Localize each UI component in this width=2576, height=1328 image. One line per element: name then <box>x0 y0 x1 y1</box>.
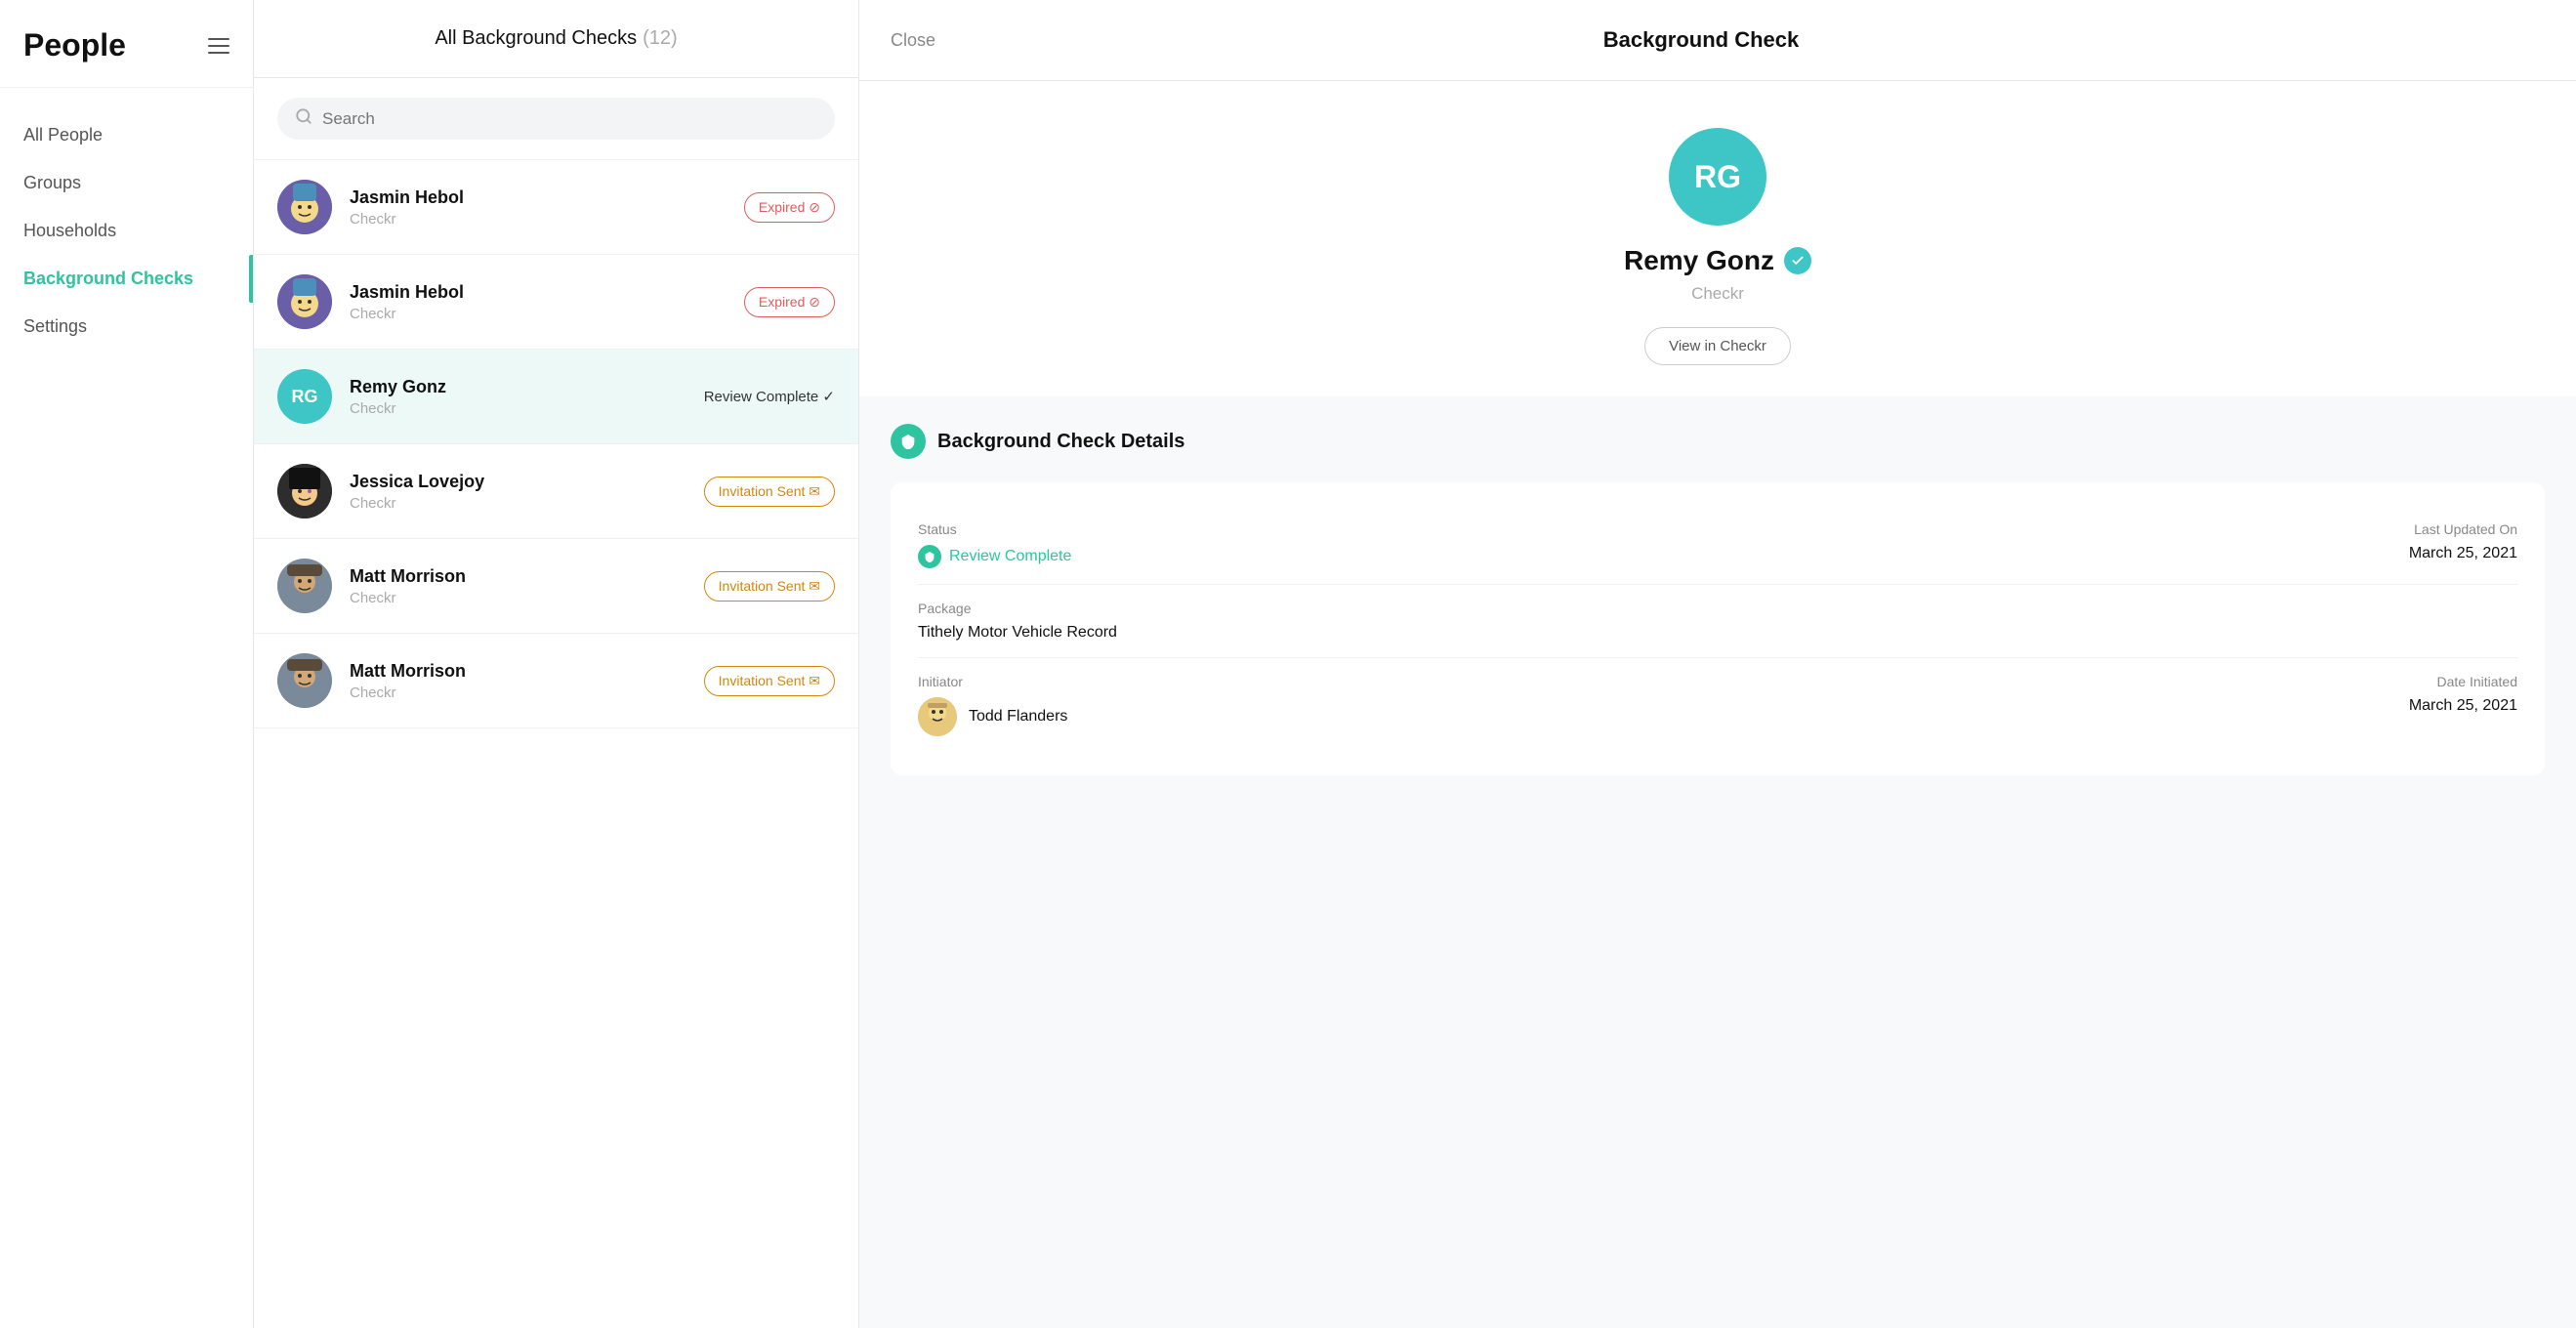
person-info: Jessica Lovejoy Checkr <box>350 472 686 512</box>
initiator-row: Todd Flanders <box>918 697 1718 736</box>
avatar <box>277 180 332 234</box>
status-value: Review Complete <box>949 548 1071 565</box>
package-value: Tithely Motor Vehicle Record <box>918 624 2517 642</box>
hamburger-menu[interactable] <box>208 38 229 54</box>
person-name: Matt Morrison <box>350 661 686 682</box>
date-initiated-value: March 25, 2021 <box>1718 697 2517 715</box>
sidebar-item-background-checks[interactable]: Background Checks <box>0 255 253 303</box>
status-badge: Invitation Sent ✉ <box>704 571 835 602</box>
details-title: Background Check Details <box>937 431 1184 453</box>
search-box <box>277 98 835 140</box>
profile-name: Remy Gonz <box>1624 245 1774 276</box>
verified-badge <box>1784 247 1811 274</box>
initiator-label: Initiator <box>918 674 1718 689</box>
status-shield-icon <box>918 545 941 568</box>
details-header: Background Check Details <box>891 424 2545 459</box>
package-detail-row: Package Tithely Motor Vehicle Record <box>918 585 2517 658</box>
avatar <box>277 464 332 519</box>
sidebar-nav: All PeopleGroupsHouseholdsBackground Che… <box>0 88 253 374</box>
sidebar-item-groups[interactable]: Groups <box>0 159 253 207</box>
status-badge: Expired ⊘ <box>744 192 835 223</box>
middle-count: (12) <box>643 27 678 50</box>
initiator-name: Todd Flanders <box>969 708 1067 726</box>
person-info: Jasmin Hebol Checkr <box>350 282 727 322</box>
search-input[interactable] <box>322 109 817 129</box>
date-initiated-label: Date Initiated <box>1718 674 2517 689</box>
initiator-detail-row: Initiator <box>918 658 2517 752</box>
status-detail-row: Status Review Complete Last Updated On M… <box>918 506 2517 585</box>
person-provider: Checkr <box>350 400 686 417</box>
status-badge: Invitation Sent ✉ <box>704 666 835 696</box>
avatar <box>277 274 332 329</box>
person-provider: Checkr <box>350 306 727 322</box>
person-name: Matt Morrison <box>350 566 686 587</box>
status-col: Status Review Complete <box>918 521 1718 568</box>
status-label: Status <box>918 521 1718 537</box>
close-button[interactable]: Close <box>891 30 935 51</box>
sidebar-item-all-people[interactable]: All People <box>0 111 253 159</box>
package-label: Package <box>918 601 2517 616</box>
avatar <box>277 559 332 613</box>
person-info: Matt Morrison Checkr <box>350 661 686 701</box>
profile-avatar: RG <box>1669 128 1766 226</box>
person-info: Jasmin Hebol Checkr <box>350 187 727 228</box>
person-provider: Checkr <box>350 685 686 701</box>
details-card: Status Review Complete Last Updated On M… <box>891 482 2545 775</box>
right-panel: Close Background Check RG Remy Gonz Chec… <box>859 0 2576 1328</box>
status-badge: Review Complete ✓ <box>704 388 835 405</box>
sidebar: People All PeopleGroupsHouseholdsBackgro… <box>0 0 254 1328</box>
status-badge: Invitation Sent ✉ <box>704 477 835 507</box>
person-provider: Checkr <box>350 211 727 228</box>
last-updated-label: Last Updated On <box>1718 521 2517 537</box>
middle-header: All Background Checks (12) <box>254 0 858 78</box>
sidebar-header: People <box>0 0 253 88</box>
person-provider: Checkr <box>350 590 686 606</box>
list-item[interactable]: Jasmin Hebol Checkr Expired ⊘ <box>254 255 858 350</box>
people-list: Jasmin Hebol Checkr Expired ⊘ Jasmin Heb… <box>254 160 858 1328</box>
initiator-col: Initiator <box>918 674 1718 736</box>
person-name: Jasmin Hebol <box>350 187 727 208</box>
profile-section: RG Remy Gonz Checkr View in Checkr <box>859 81 2576 396</box>
status-badge: Expired ⊘ <box>744 287 835 317</box>
search-icon <box>295 107 312 130</box>
right-header: Close Background Check <box>859 0 2576 81</box>
last-updated-col: Last Updated On March 25, 2021 <box>1718 521 2517 568</box>
person-name: Jessica Lovejoy <box>350 472 686 492</box>
last-updated-value: March 25, 2021 <box>1718 545 2517 562</box>
shield-icon-circle <box>891 424 926 459</box>
person-name: Remy Gonz <box>350 377 686 397</box>
middle-title: All Background Checks <box>435 27 637 50</box>
date-initiated-col: Date Initiated March 25, 2021 <box>1718 674 2517 736</box>
app-title: People <box>23 27 126 63</box>
list-item[interactable]: Jessica Lovejoy Checkr Invitation Sent ✉ <box>254 444 858 539</box>
profile-provider: Checkr <box>1691 284 1744 304</box>
person-info: Matt Morrison Checkr <box>350 566 686 606</box>
list-item[interactable]: Matt Morrison Checkr Invitation Sent ✉ <box>254 634 858 728</box>
avatar <box>277 653 332 708</box>
package-col: Package Tithely Motor Vehicle Record <box>918 601 2517 642</box>
view-in-checkr-button[interactable]: View in Checkr <box>1644 327 1791 365</box>
details-section: Background Check Details Status Review C… <box>859 396 2576 1328</box>
sidebar-item-settings[interactable]: Settings <box>0 303 253 351</box>
status-row: Review Complete <box>918 545 1718 568</box>
profile-name-row: Remy Gonz <box>1624 245 1811 276</box>
list-item[interactable]: RG Remy Gonz Checkr Review Complete ✓ <box>254 350 858 444</box>
list-item[interactable]: Matt Morrison Checkr Invitation Sent ✉ <box>254 539 858 634</box>
right-title: Background Check <box>1603 27 1800 53</box>
person-name: Jasmin Hebol <box>350 282 727 303</box>
list-item[interactable]: Jasmin Hebol Checkr Expired ⊘ <box>254 160 858 255</box>
sidebar-item-households[interactable]: Households <box>0 207 253 255</box>
avatar: RG <box>277 369 332 424</box>
middle-panel: All Background Checks (12) Jasmi <box>254 0 859 1328</box>
search-container <box>254 78 858 160</box>
person-provider: Checkr <box>350 495 686 512</box>
person-info: Remy Gonz Checkr <box>350 377 686 417</box>
initiator-avatar <box>918 697 957 736</box>
